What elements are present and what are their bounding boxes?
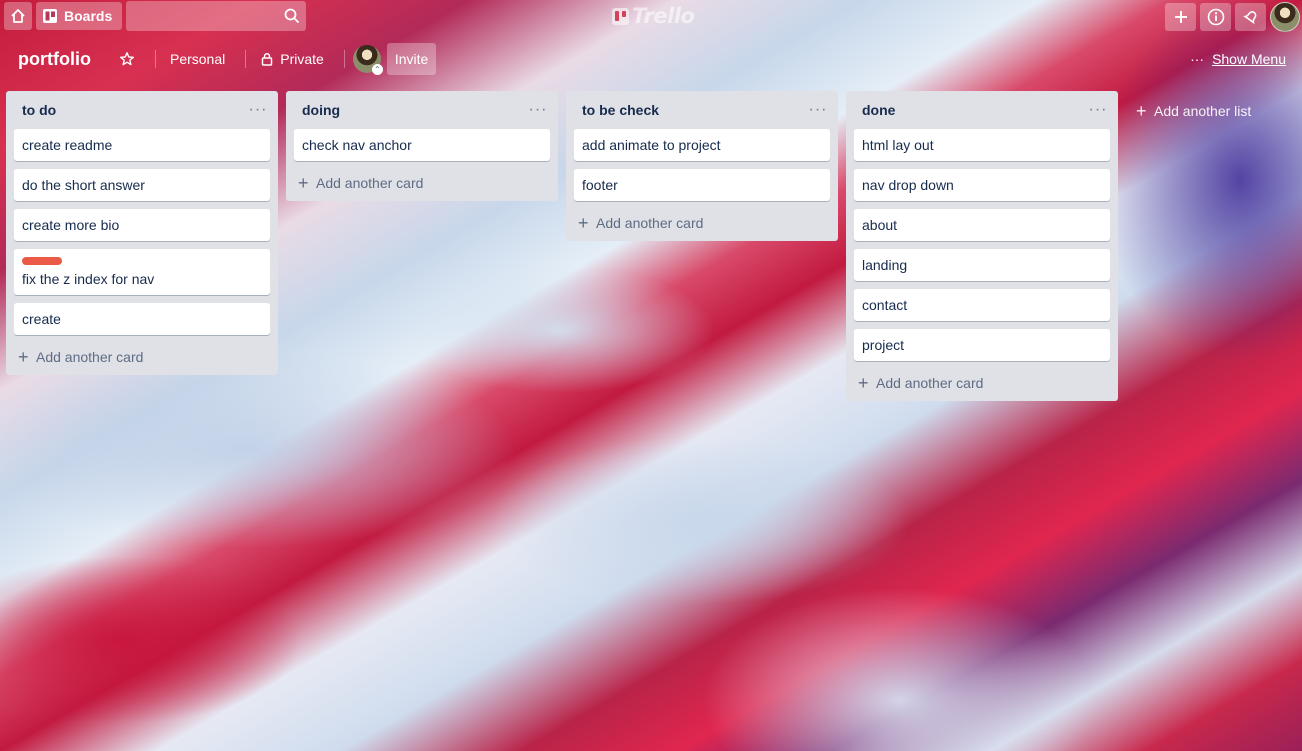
star-icon: [119, 51, 135, 67]
board-lists: to do ··· create readme do the short ans…: [6, 91, 1302, 401]
card[interactable]: project: [854, 329, 1110, 361]
card[interactable]: do the short answer: [14, 169, 270, 201]
card-title: add animate to project: [582, 137, 721, 153]
invite-button[interactable]: Invite: [386, 43, 437, 75]
plus-icon: +: [18, 347, 29, 367]
list-menu-icon[interactable]: ···: [528, 101, 548, 119]
add-card-button[interactable]: + Add another card: [6, 343, 278, 371]
add-list-label: Add another list: [1154, 103, 1252, 119]
card[interactable]: create more bio: [14, 209, 270, 241]
add-card-button[interactable]: + Add another card: [566, 209, 838, 237]
home-button[interactable]: [4, 2, 32, 30]
admin-chevron-icon: ⌃: [371, 64, 383, 75]
list-header: to do ···: [6, 91, 278, 129]
trello-logo[interactable]: Trello: [612, 4, 695, 28]
list-title[interactable]: to be check: [582, 102, 659, 118]
list-title[interactable]: to do: [22, 102, 56, 118]
card-label-red[interactable]: [22, 257, 62, 265]
more-dots-icon: ···: [1190, 51, 1205, 67]
divider: [154, 50, 156, 68]
card[interactable]: nav drop down: [854, 169, 1110, 201]
add-list-button[interactable]: + Add another list: [1126, 91, 1302, 131]
create-button[interactable]: [1165, 3, 1196, 31]
card[interactable]: create readme: [14, 129, 270, 161]
boards-button[interactable]: Boards: [36, 2, 123, 30]
bell-icon: [1242, 9, 1259, 25]
list-header: doing ···: [286, 91, 558, 129]
list-title[interactable]: doing: [302, 102, 340, 118]
card-title: create: [22, 311, 61, 327]
info-button[interactable]: [1200, 3, 1231, 31]
card-title: about: [862, 217, 898, 233]
board-header: portfolio Personal Private ⌃ Invite ··· …: [0, 40, 1302, 78]
show-menu-label: Show Menu: [1212, 51, 1286, 67]
card-title: footer: [582, 177, 618, 193]
card-title: create readme: [22, 137, 113, 153]
card[interactable]: fix the z index for nav: [14, 249, 270, 295]
show-menu-button[interactable]: ··· Show Menu: [1190, 40, 1286, 78]
plus-icon: +: [1136, 101, 1147, 121]
add-card-button[interactable]: + Add another card: [846, 369, 1118, 397]
star-board-button[interactable]: [113, 43, 141, 75]
list-to-do[interactable]: to do ··· create readme do the short ans…: [6, 91, 278, 375]
card-title: create more bio: [22, 217, 120, 233]
top-header: Boards Trello: [0, 0, 1302, 32]
team-button[interactable]: Personal: [164, 43, 231, 75]
search-input[interactable]: [126, 1, 307, 31]
trello-logo-text: Trello: [632, 4, 695, 28]
card[interactable]: footer: [574, 169, 830, 201]
card-title: nav drop down: [862, 177, 954, 193]
list-header: to be check ···: [566, 91, 838, 129]
plus-icon: +: [578, 213, 589, 233]
card-title: landing: [862, 257, 908, 273]
plus-icon: [1173, 9, 1189, 25]
invite-label: Invite: [394, 51, 429, 67]
list-doing[interactable]: doing ··· check nav anchor + Add another…: [286, 91, 558, 201]
user-avatar[interactable]: [1270, 2, 1300, 32]
list-header: done ···: [846, 91, 1118, 129]
card[interactable]: landing: [854, 249, 1110, 281]
card-title: do the short answer: [22, 177, 145, 193]
add-card-label: Add another card: [316, 175, 424, 191]
add-card-button[interactable]: + Add another card: [286, 169, 558, 197]
boards-icon: [42, 8, 58, 24]
lock-icon: [260, 52, 274, 66]
card[interactable]: about: [854, 209, 1110, 241]
card[interactable]: check nav anchor: [294, 129, 550, 161]
member-avatar[interactable]: ⌃: [352, 45, 383, 75]
card[interactable]: html lay out: [854, 129, 1110, 161]
card[interactable]: add animate to project: [574, 129, 830, 161]
plus-icon: +: [858, 373, 869, 393]
plus-icon: +: [298, 173, 309, 193]
card-title: contact: [862, 297, 908, 313]
list-menu-icon[interactable]: ···: [248, 101, 268, 119]
list-done[interactable]: done ··· html lay out nav drop down abou…: [846, 91, 1118, 401]
list-to-be-check[interactable]: to be check ··· add animate to project f…: [566, 91, 838, 241]
divider: [245, 50, 247, 68]
team-label: Personal: [169, 51, 226, 67]
divider: [343, 50, 345, 68]
add-card-label: Add another card: [36, 349, 144, 365]
notifications-button[interactable]: [1235, 3, 1266, 31]
add-card-label: Add another card: [596, 215, 704, 231]
search-icon: [284, 8, 300, 24]
visibility-label: Private: [280, 51, 324, 67]
board-title[interactable]: portfolio: [18, 49, 91, 70]
trello-logo-icon: [612, 7, 629, 25]
card[interactable]: contact: [854, 289, 1110, 321]
list-menu-icon[interactable]: ···: [808, 101, 828, 119]
card-title: check nav anchor: [302, 137, 412, 153]
info-icon: [1207, 8, 1225, 26]
boards-label: Boards: [64, 8, 113, 24]
card[interactable]: create: [14, 303, 270, 335]
visibility-button[interactable]: Private: [254, 43, 330, 75]
card-title: project: [862, 337, 905, 353]
card-title: fix the z index for nav: [22, 271, 155, 287]
home-icon: [10, 8, 26, 24]
card-title: html lay out: [862, 137, 934, 153]
list-menu-icon[interactable]: ···: [1088, 101, 1108, 119]
list-title[interactable]: done: [862, 102, 895, 118]
add-card-label: Add another card: [876, 375, 984, 391]
